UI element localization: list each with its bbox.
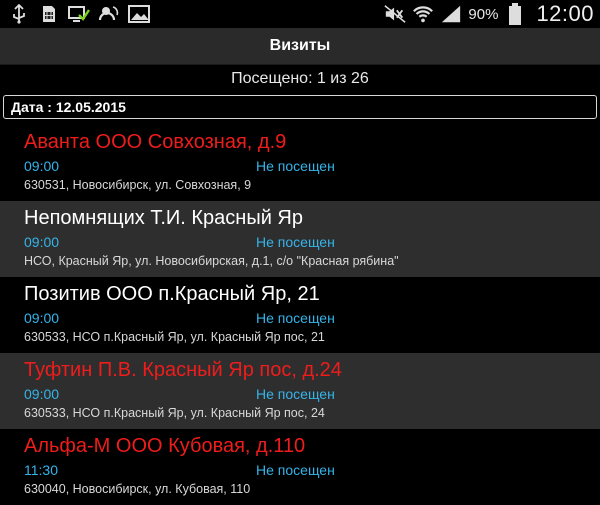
action-bar: Визиты — [0, 28, 600, 65]
visit-status: Не посещен — [256, 462, 335, 478]
usb-icon — [8, 4, 30, 24]
battery-icon — [504, 3, 526, 25]
visit-time: 09:00 — [24, 386, 60, 402]
battery-percentage: 90% — [468, 5, 499, 23]
notification-icons — [0, 4, 150, 24]
visit-address: НСО, Красный Яр, ул. Новосибирская, д.1,… — [24, 254, 399, 268]
visit-status: Не посещен — [256, 310, 335, 326]
check-monitor-icon — [68, 4, 90, 24]
visit-time: 09:00 — [24, 310, 60, 326]
visit-time: 11:30 — [24, 462, 58, 478]
visit-status: Не посещен — [256, 386, 335, 402]
signal-icon — [440, 4, 462, 24]
visited-counter: Посещено: 1 из 26 — [0, 65, 600, 93]
visit-address: 630040, Новосибирск, ул. Кубовая, 110 — [24, 482, 251, 496]
visit-name: Позитив ООО п.Красный Яр, 21 — [24, 283, 320, 305]
list-item[interactable]: Альфа-М ООО Кубовая, д.110 11:30 Не посе… — [0, 429, 600, 505]
visit-address: 630533, НСО п.Красный Яр, ул. Красный Яр… — [24, 330, 325, 344]
visit-name: Аванта ООО Совхозная, д.9 — [24, 131, 287, 153]
visit-time: 09:00 — [24, 234, 60, 250]
page-title: Визиты — [269, 37, 331, 54]
visit-address: 630533, НСО п.Красный Яр, ул. Красный Яр… — [24, 406, 325, 420]
visit-status: Не посещен — [256, 234, 335, 250]
clock: 12:00 — [536, 1, 594, 26]
visit-status: Не посещен — [256, 158, 335, 174]
mute-icon — [384, 4, 406, 24]
list-item[interactable]: Аванта ООО Совхозная, д.9 09:00 Не посещ… — [0, 125, 600, 201]
visit-address: 630531, Новосибирск, ул. Совхозная, 9 — [24, 178, 252, 192]
wifi-icon — [412, 4, 434, 24]
date-filter[interactable]: Дата : 12.05.2015 — [3, 95, 597, 119]
image-icon — [128, 4, 150, 24]
visits-list[interactable]: Аванта ООО Совхозная, д.9 09:00 Не посещ… — [0, 125, 600, 505]
visit-name: Туфтин П.В. Красный Яр пос, д.24 — [24, 359, 342, 381]
list-item[interactable]: Позитив ООО п.Красный Яр, 21 09:00 Не по… — [0, 277, 600, 353]
system-indicators: 90% 12:00 — [384, 0, 594, 28]
sim-icon — [38, 4, 60, 24]
cloud-sync-icon — [98, 4, 120, 24]
status-bar: 90% 12:00 — [0, 0, 600, 28]
visit-name: Непомнящих Т.И. Красный Яр — [24, 207, 303, 229]
visit-name: Альфа-М ООО Кубовая, д.110 — [24, 435, 306, 457]
list-item[interactable]: Туфтин П.В. Красный Яр пос, д.24 09:00 Н… — [0, 353, 600, 429]
visit-time: 09:00 — [24, 158, 60, 174]
list-item[interactable]: Непомнящих Т.И. Красный Яр 09:00 Не посе… — [0, 201, 600, 277]
